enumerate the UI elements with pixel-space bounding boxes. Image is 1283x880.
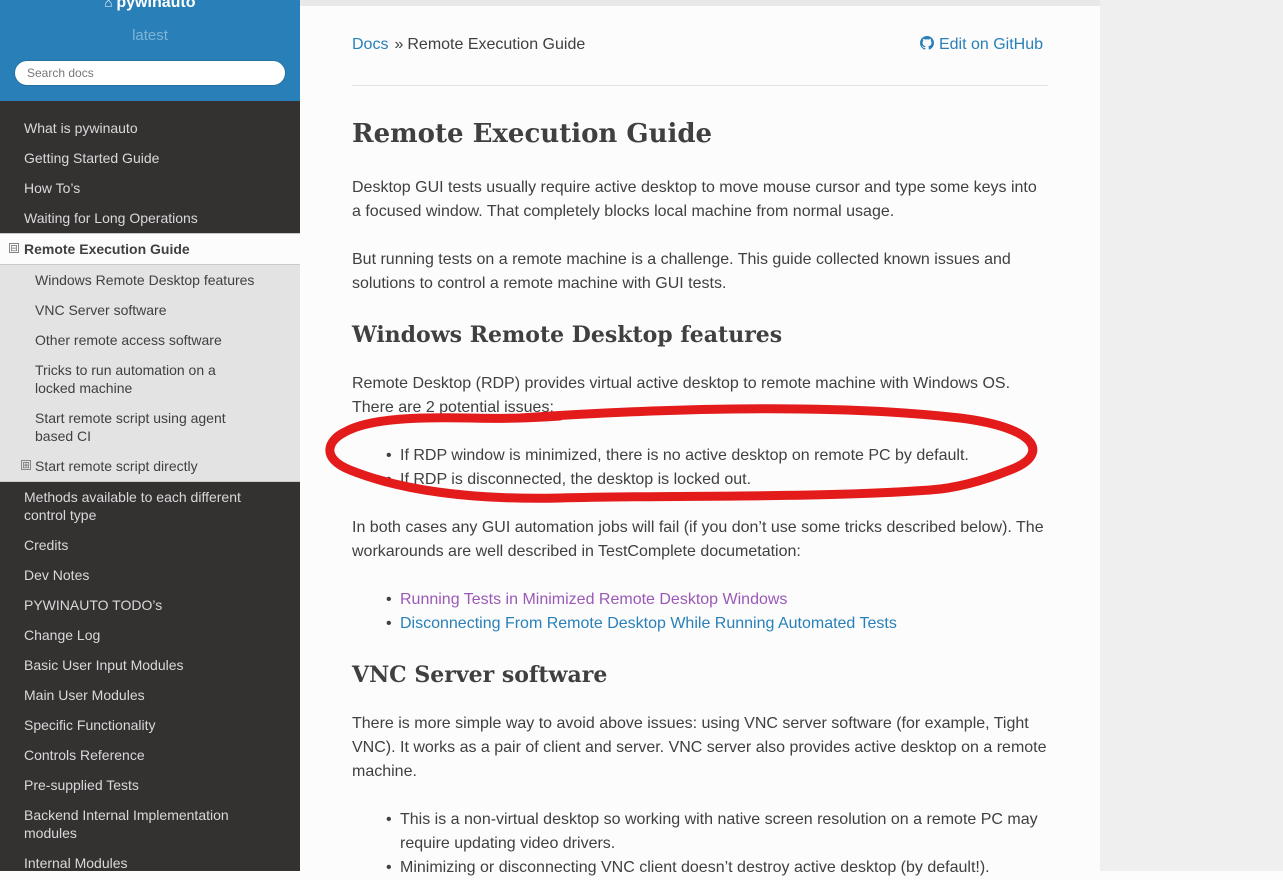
rdp-issues-list: If RDP window is minimized, there is no … xyxy=(352,444,1060,492)
sidebar-item-changelog[interactable]: Change Log xyxy=(0,620,300,650)
sidebar-item-getting-started[interactable]: Getting Started Guide xyxy=(0,143,300,173)
intro-paragraph-2: But running tests on a remote machine is… xyxy=(352,251,1011,292)
workaround-paragraph: In both cases any GUI automation jobs wi… xyxy=(352,519,1044,560)
nav-menu: What is pywinauto Getting Started Guide … xyxy=(0,113,300,871)
sidebar-item-credits[interactable]: Credits xyxy=(0,530,300,560)
list-item: If RDP is disconnected, the desktop is l… xyxy=(386,468,1060,492)
sidebar-subitem-agent-ci[interactable]: Start remote script using agent based CI xyxy=(0,403,300,451)
sidebar-item-internal[interactable]: Internal Modules xyxy=(0,848,300,871)
breadcrumb: Docs » Remote Execution Guide Edit on GitH… xyxy=(352,36,1048,54)
sidebar-item-methods[interactable]: Methods available to each different cont… xyxy=(0,482,300,530)
list-item: If RDP window is minimized, there is no … xyxy=(386,444,1060,468)
sidebar-item-basic-input[interactable]: Basic User Input Modules xyxy=(0,650,300,680)
rdp-paragraph: Remote Desktop (RDP) provides virtual ac… xyxy=(352,375,1011,416)
sidebar-item-what-is-pywinauto[interactable]: What is pywinauto xyxy=(0,113,300,143)
project-link[interactable]: ⌂ pywinauto xyxy=(0,0,300,12)
edit-on-github-label: Edit on GitHub xyxy=(938,36,1043,53)
vnc-paragraph: There is more simple way to avoid above … xyxy=(352,715,1047,780)
sidebar-item-label: Remote Execution Guide xyxy=(24,241,190,257)
list-item: Minimizing or disconnecting VNC client d… xyxy=(386,856,1060,880)
divider xyxy=(352,85,1048,86)
list-item: This is a non-virtual desktop so working… xyxy=(386,808,1060,856)
collapse-icon[interactable]: ⊟ xyxy=(9,243,19,253)
project-name: pywinauto xyxy=(116,0,196,11)
sidebar-subitem-other-remote[interactable]: Other remote access software xyxy=(0,325,300,355)
sidebar-item-backend[interactable]: Backend Internal Implementation modules xyxy=(0,800,300,848)
breadcrumb-current: Remote Execution Guide xyxy=(407,36,586,53)
sidebar-item-how-tos[interactable]: How To’s xyxy=(0,173,300,203)
breadcrumb-docs-link[interactable]: Docs xyxy=(352,36,388,53)
section-heading-windows-rdp: Windows Remote Desktop features xyxy=(352,322,783,348)
sidebar-item-dev-notes[interactable]: Dev Notes xyxy=(0,560,300,590)
github-icon xyxy=(920,36,935,50)
list-item: Disconnecting From Remote Desktop While … xyxy=(386,612,1060,636)
sidebar-subitem-vnc[interactable]: VNC Server software xyxy=(0,295,300,325)
sidebar-item-controls-ref[interactable]: Controls Reference xyxy=(0,740,300,770)
vnc-features-list: This is a non-virtual desktop so working… xyxy=(352,808,1060,880)
version-label: latest xyxy=(132,27,168,44)
home-icon: ⌂ xyxy=(104,0,113,10)
expand-icon[interactable]: ⊞ xyxy=(21,460,31,470)
sidebar-header: ⌂ pywinauto latest xyxy=(0,0,300,101)
sidebar-item-todo[interactable]: PYWINAUTO TODO’s xyxy=(0,590,300,620)
sidebar-subitem-start-directly[interactable]: ⊞ Start remote script directly xyxy=(0,451,300,482)
sidebar-item-presupplied[interactable]: Pre-supplied Tests xyxy=(0,770,300,800)
page-title: Remote Execution Guide xyxy=(352,119,713,149)
link-disconnecting-rdp[interactable]: Disconnecting From Remote Desktop While … xyxy=(400,615,897,632)
sidebar-subitem-windows-rdp[interactable]: Windows Remote Desktop features xyxy=(0,265,300,295)
sidebar-item-waiting[interactable]: Waiting for Long Operations xyxy=(0,203,300,233)
sidebar-item-main-user[interactable]: Main User Modules xyxy=(0,680,300,710)
sidebar-item-specific[interactable]: Specific Functionality xyxy=(0,710,300,740)
sidebar-item-label: Start remote script directly xyxy=(35,458,198,474)
search-input[interactable] xyxy=(14,60,286,86)
current-section: ⊟ Remote Execution Guide Windows Remote … xyxy=(0,233,300,482)
sidebar: ⌂pywinauto latest What is pywinauto Gett… xyxy=(0,0,300,871)
list-item: Running Tests in Minimized Remote Deskto… xyxy=(386,588,1060,612)
right-margin xyxy=(1100,0,1283,871)
sidebar-subitem-tricks[interactable]: Tricks to run automation on a locked mac… xyxy=(0,355,300,403)
workaround-links-list: Running Tests in Minimized Remote Deskto… xyxy=(352,588,1060,636)
intro-paragraph: Desktop GUI tests usually require active… xyxy=(352,179,1037,220)
sidebar-item-remote-execution[interactable]: ⊟ Remote Execution Guide xyxy=(0,233,300,265)
section-heading-vnc: VNC Server software xyxy=(352,662,608,688)
link-minimized-rdp[interactable]: Running Tests in Minimized Remote Deskto… xyxy=(400,591,787,608)
edit-on-github-link[interactable]: Edit on GitHub xyxy=(920,36,1043,54)
breadcrumb-separator: » xyxy=(394,36,404,53)
content-area: Docs» Remote Execution Guide Edit on GitH… xyxy=(300,0,1100,880)
